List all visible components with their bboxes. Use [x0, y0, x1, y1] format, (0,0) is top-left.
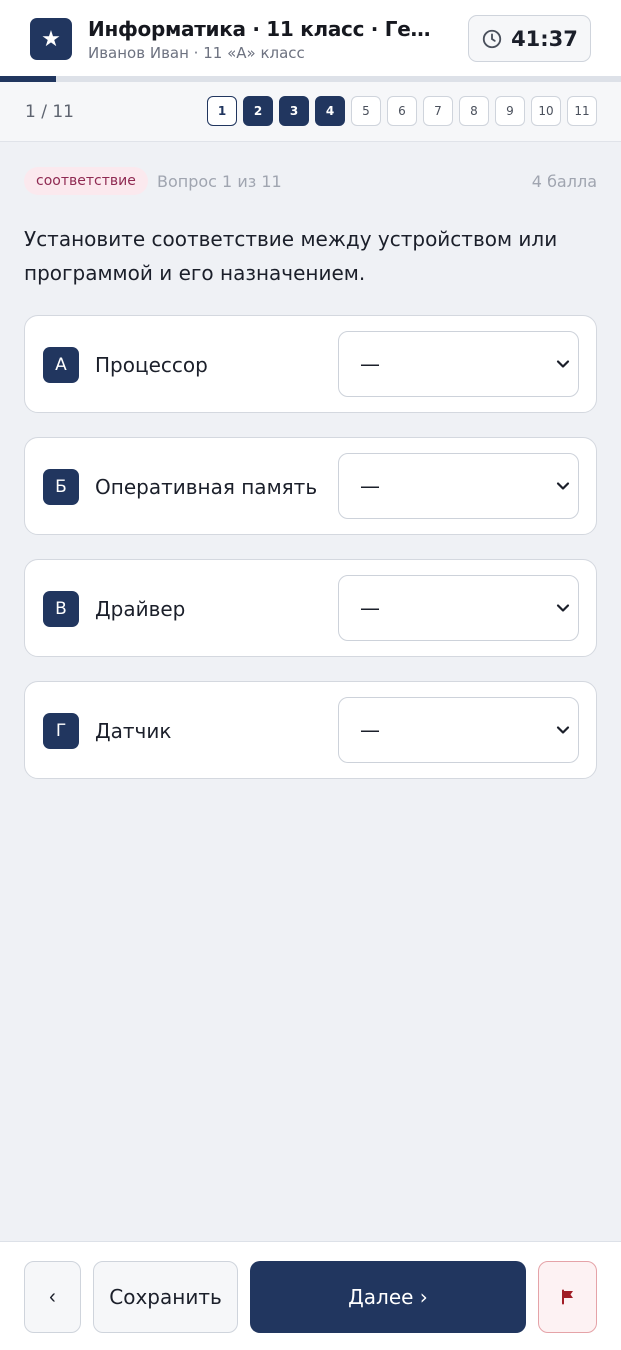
timer: 41:37	[468, 15, 591, 62]
question-text: Установите соответствие между устройство…	[24, 227, 558, 285]
question-nav-button[interactable]: 10	[531, 96, 561, 126]
match-row: А Процессор —	[24, 315, 597, 413]
answer-select-value: —	[360, 352, 380, 376]
item-letter: В	[43, 591, 79, 627]
chevron-down-icon	[556, 604, 570, 612]
match-row: Г Датчик —	[24, 681, 597, 779]
answer-select-value: —	[360, 718, 380, 742]
question-nav-button[interactable]: 6	[387, 96, 417, 126]
question-counter: 1 / 11	[25, 102, 74, 122]
item-letter: А	[43, 347, 79, 383]
item-letter: Г	[43, 713, 79, 749]
flag-icon	[561, 1289, 573, 1305]
footer-toolbar: ‹ Сохранить Далее ›	[0, 1241, 621, 1350]
item-label: Процессор	[95, 353, 208, 377]
next-button[interactable]: Далее ›	[250, 1261, 526, 1333]
question-nav-button[interactable]: 7	[423, 96, 453, 126]
answer-select[interactable]: —	[338, 453, 579, 519]
question-nav-button[interactable]: 4	[315, 96, 345, 126]
item-label: Оперативная память	[95, 475, 318, 499]
timer-value: 41:37	[511, 26, 578, 51]
star-icon: ★	[30, 18, 72, 60]
question-type-badge: соответствие	[24, 167, 148, 195]
flag-button[interactable]	[538, 1261, 597, 1333]
question-navigator: 1 / 11 1 2 3 4 5 6 7 8 9 10 11	[0, 82, 621, 142]
answer-select-value: —	[360, 474, 380, 498]
prev-button[interactable]: ‹	[24, 1261, 81, 1333]
student-info: Иванов Иван · 11 «А» класс	[88, 44, 305, 62]
question-nav-button[interactable]: 11	[567, 96, 597, 126]
clock-icon	[482, 29, 502, 48]
answer-select[interactable]: —	[338, 575, 579, 641]
question-nav-button[interactable]: 2	[243, 96, 273, 126]
item-letter: Б	[43, 469, 79, 505]
question-number: Вопрос 1 из 11	[157, 172, 282, 191]
chevron-down-icon	[556, 482, 570, 490]
answer-select[interactable]: —	[338, 697, 579, 763]
question-buttons: 1 2 3 4 5 6 7 8 9 10 11	[207, 96, 597, 126]
match-row: В Драйвер —	[24, 559, 597, 657]
question-nav-button[interactable]: 8	[459, 96, 489, 126]
header: ★ Информатика · 11 класс · Гейн, 2... Ив…	[0, 0, 621, 78]
item-label: Драйвер	[95, 597, 186, 621]
chevron-down-icon	[556, 360, 570, 368]
chevron-down-icon	[556, 726, 570, 734]
test-title: Информатика · 11 класс · Гейн, 2...	[88, 17, 438, 41]
question-nav-button[interactable]: 1	[207, 96, 237, 126]
question-points: 4 балла	[531, 172, 597, 191]
answer-select[interactable]: —	[338, 331, 579, 397]
item-label: Датчик	[95, 719, 172, 743]
question-nav-button[interactable]: 9	[495, 96, 525, 126]
answer-select-value: —	[360, 596, 380, 620]
question-nav-button[interactable]: 3	[279, 96, 309, 126]
question-nav-button[interactable]: 5	[351, 96, 381, 126]
save-button[interactable]: Сохранить	[93, 1261, 238, 1333]
match-row: Б Оперативная память —	[24, 437, 597, 535]
